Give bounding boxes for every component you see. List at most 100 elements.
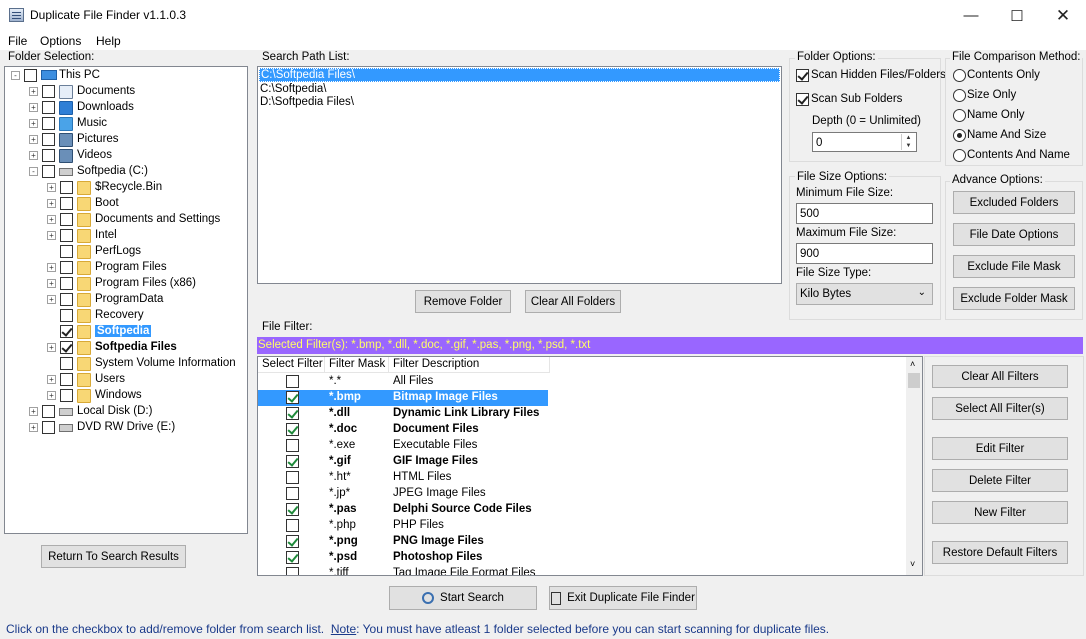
- remove-folder-button[interactable]: Remove Folder: [415, 290, 511, 313]
- path-item[interactable]: C:\Softpedia Files\: [259, 68, 780, 82]
- tree-checkbox[interactable]: [60, 213, 73, 226]
- expand-icon[interactable]: +: [29, 87, 38, 96]
- table-row[interactable]: *.* All Files: [258, 374, 548, 390]
- tree-checkbox[interactable]: [60, 261, 73, 274]
- filter-checkbox[interactable]: [286, 535, 299, 548]
- table-row[interactable]: *.exe Executable Files: [258, 438, 548, 454]
- exclude-file-mask-button[interactable]: Exclude File Mask: [953, 255, 1075, 278]
- tree-checkbox[interactable]: [60, 197, 73, 210]
- tree-checkbox[interactable]: [42, 133, 55, 146]
- edit-filter-button[interactable]: Edit Filter: [932, 437, 1068, 460]
- radio-name-and-size[interactable]: [953, 129, 966, 142]
- table-row[interactable]: *.pas Delphi Source Code Files: [258, 502, 548, 518]
- table-row[interactable]: *.ht* HTML Files: [258, 470, 548, 486]
- tree-checkbox[interactable]: [60, 245, 73, 258]
- expand-icon[interactable]: +: [47, 279, 56, 288]
- tree-checkbox[interactable]: [60, 277, 73, 290]
- filter-table[interactable]: Select Filter Filter Mask Filter Descrip…: [257, 356, 923, 576]
- filter-checkbox[interactable]: [286, 375, 299, 388]
- table-row[interactable]: *.tiff Tag Image File Format Files: [258, 566, 548, 575]
- exit-button[interactable]: Exit Duplicate File Finder: [549, 586, 697, 610]
- radio-contents-and-name[interactable]: [953, 149, 966, 162]
- expand-icon[interactable]: +: [47, 391, 56, 400]
- radio-size-only[interactable]: [953, 89, 966, 102]
- expand-icon[interactable]: +: [29, 423, 38, 432]
- tree-checkbox[interactable]: [60, 357, 73, 370]
- filter-checkbox[interactable]: [286, 391, 299, 404]
- tree-checkbox[interactable]: [60, 229, 73, 242]
- filter-checkbox[interactable]: [286, 423, 299, 436]
- scroll-thumb[interactable]: [908, 373, 920, 388]
- expand-icon[interactable]: +: [29, 103, 38, 112]
- menu-file[interactable]: File: [8, 34, 27, 48]
- return-to-search-results-button[interactable]: Return To Search Results: [41, 545, 186, 568]
- expand-icon[interactable]: +: [47, 183, 56, 192]
- folder-tree[interactable]: - This PC + Documents + Downloads + Music + Pictu…: [4, 66, 248, 534]
- tree-checkbox[interactable]: [42, 165, 55, 178]
- delete-filter-button[interactable]: Delete Filter: [932, 469, 1068, 492]
- filter-checkbox[interactable]: [286, 487, 299, 500]
- exclude-folder-mask-button[interactable]: Exclude Folder Mask: [953, 287, 1075, 310]
- search-path-list[interactable]: C:\Softpedia Files\ C:\Softpedia\ D:\Sof…: [257, 66, 782, 284]
- file-date-options-button[interactable]: File Date Options: [953, 223, 1075, 246]
- tree-checkbox[interactable]: [60, 181, 73, 194]
- tree-checkbox[interactable]: [42, 421, 55, 434]
- tree-checkbox[interactable]: [60, 293, 73, 306]
- column-header[interactable]: Filter Description: [389, 357, 550, 373]
- table-row[interactable]: *.bmp Bitmap Image Files: [258, 390, 548, 406]
- table-row[interactable]: *.psd Photoshop Files: [258, 550, 548, 566]
- min-size-input[interactable]: 500: [796, 203, 933, 224]
- filter-checkbox[interactable]: [286, 407, 299, 420]
- expand-icon[interactable]: +: [29, 135, 38, 144]
- filter-checkbox[interactable]: [286, 471, 299, 484]
- tree-checkbox[interactable]: [42, 117, 55, 130]
- expand-icon[interactable]: +: [47, 215, 56, 224]
- expand-icon[interactable]: +: [29, 407, 38, 416]
- menu-options[interactable]: Options: [40, 34, 81, 48]
- table-row[interactable]: *.dll Dynamic Link Library Files: [258, 406, 548, 422]
- column-header[interactable]: Select Filter: [258, 357, 325, 373]
- table-row[interactable]: *.doc Document Files: [258, 422, 548, 438]
- excluded-folders-button[interactable]: Excluded Folders: [953, 191, 1075, 214]
- tree-checkbox[interactable]: [42, 85, 55, 98]
- new-filter-button[interactable]: New Filter: [932, 501, 1068, 524]
- expand-icon[interactable]: +: [47, 343, 56, 352]
- close-icon[interactable]: ✕: [1040, 0, 1086, 31]
- scan-sub-checkbox[interactable]: [796, 93, 809, 106]
- expand-icon[interactable]: +: [29, 151, 38, 160]
- minimize-icon[interactable]: —: [948, 0, 994, 31]
- tree-checkbox[interactable]: [24, 69, 37, 82]
- maximize-icon[interactable]: ☐: [994, 0, 1040, 31]
- table-row[interactable]: *.jp* JPEG Image Files: [258, 486, 548, 502]
- column-header[interactable]: Filter Mask: [325, 357, 389, 373]
- expand-icon[interactable]: +: [47, 375, 56, 384]
- collapse-icon[interactable]: -: [29, 167, 38, 176]
- start-search-button[interactable]: Start Search: [389, 586, 537, 610]
- table-row[interactable]: *.png PNG Image Files: [258, 534, 548, 550]
- size-type-select[interactable]: Kilo Bytes ⌄: [796, 283, 933, 305]
- restore-default-filters-button[interactable]: Restore Default Filters: [932, 541, 1068, 564]
- filter-checkbox[interactable]: [286, 519, 299, 532]
- scroll-up-icon[interactable]: ˄: [910, 359, 915, 369]
- filter-checkbox[interactable]: [286, 567, 299, 575]
- scan-hidden-checkbox[interactable]: [796, 69, 809, 82]
- tree-checkbox[interactable]: [42, 405, 55, 418]
- depth-spinner-icon[interactable]: ▲ ▼: [901, 134, 915, 150]
- tree-checkbox[interactable]: [60, 341, 73, 354]
- path-item[interactable]: C:\Softpedia\: [260, 83, 326, 95]
- filter-checkbox[interactable]: [286, 439, 299, 452]
- expand-icon[interactable]: +: [29, 119, 38, 128]
- scrollbar[interactable]: ˄ ˅: [906, 357, 922, 575]
- expand-icon[interactable]: +: [47, 199, 56, 208]
- max-size-input[interactable]: 900: [796, 243, 933, 264]
- radio-name-only[interactable]: [953, 109, 966, 122]
- tree-checkbox[interactable]: [60, 373, 73, 386]
- expand-icon[interactable]: +: [47, 231, 56, 240]
- table-row[interactable]: *.gif GIF Image Files: [258, 454, 548, 470]
- filter-checkbox[interactable]: [286, 551, 299, 564]
- tree-checkbox[interactable]: [42, 149, 55, 162]
- tree-checkbox[interactable]: [60, 309, 73, 322]
- filter-checkbox[interactable]: [286, 455, 299, 468]
- clear-all-folders-button[interactable]: Clear All Folders: [525, 290, 621, 313]
- tree-checkbox[interactable]: [60, 389, 73, 402]
